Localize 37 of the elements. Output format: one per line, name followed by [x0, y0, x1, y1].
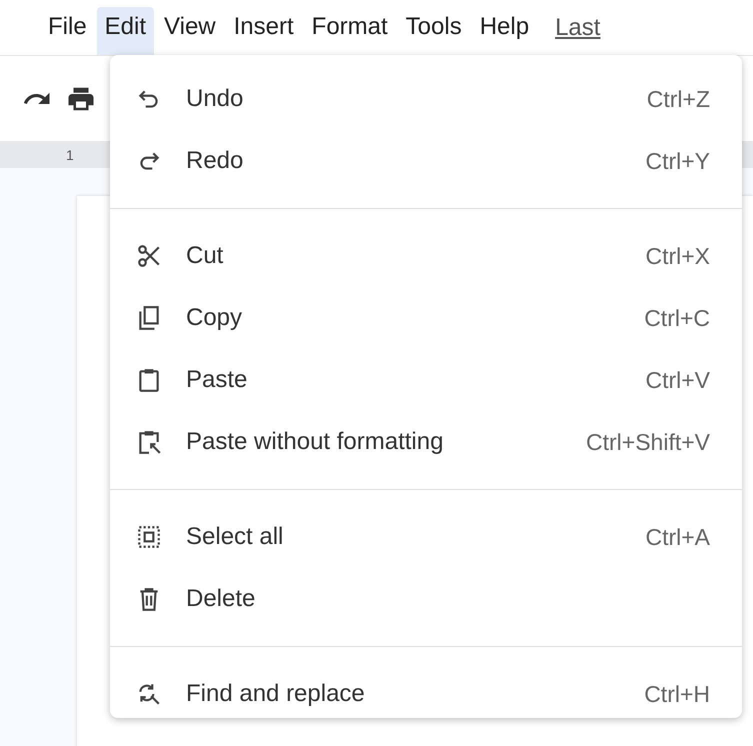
keyboard-shortcut: Ctrl+Y [645, 148, 710, 174]
menu-bar-item[interactable]: File [40, 7, 95, 55]
last-edit-link[interactable]: Last [555, 14, 600, 42]
menu-item[interactable]: Find and replace Ctrl+H [110, 663, 742, 725]
menu-bar-item[interactable]: Format [304, 7, 396, 55]
keyboard-shortcut: Ctrl+X [645, 242, 710, 270]
keyboard-shortcut: Ctrl+H [644, 680, 710, 708]
keyboard-shortcut: Ctrl+A [645, 524, 710, 550]
menu-bar-item[interactable]: Tools [398, 7, 470, 55]
keyboard-shortcut: Ctrl+V [645, 366, 710, 394]
menu-bar-item[interactable]: Help [472, 7, 538, 55]
menu-item-label: Paste without formatting [186, 428, 444, 456]
menu-bar-item[interactable]: Insert [226, 7, 302, 55]
menu-bar-item[interactable]: View [156, 7, 224, 55]
menu-item[interactable]: Paste without formatting Ctrl+Shift+V [110, 411, 742, 473]
ruler-number: 1 [66, 146, 74, 162]
menu-item-label: Select all [186, 523, 284, 551]
menu-bar-item[interactable]: Edit [96, 7, 154, 55]
menu-item[interactable]: Cut Ctrl+X [110, 225, 742, 287]
dotted-square-icon [136, 524, 162, 550]
menu-item[interactable]: Undo Ctrl+Z [110, 68, 742, 130]
menu-item[interactable]: Copy Ctrl+C [110, 287, 742, 349]
menu-item-label: Delete [186, 585, 256, 613]
menu-item-label: Redo [186, 147, 244, 175]
menu-item[interactable]: Delete [110, 568, 742, 630]
menu-item-label: Find and replace [186, 680, 366, 708]
menu-item[interactable]: Paste Ctrl+V [110, 349, 742, 411]
keyboard-shortcut: Ctrl+Shift+V [586, 428, 710, 456]
scissors-icon [136, 243, 162, 269]
menu-item[interactable]: Redo Ctrl+Y [110, 130, 742, 192]
menu-item-label: Cut [186, 242, 224, 270]
menu-item-label: Undo [186, 85, 244, 113]
menu-item-label: Copy [186, 304, 244, 332]
menu-item[interactable]: Select all Ctrl+A [110, 506, 742, 568]
keyboard-shortcut: Ctrl+Z [646, 86, 710, 112]
keyboard-shortcut: Ctrl+C [644, 304, 710, 332]
menu-item-label: Paste [186, 366, 248, 394]
